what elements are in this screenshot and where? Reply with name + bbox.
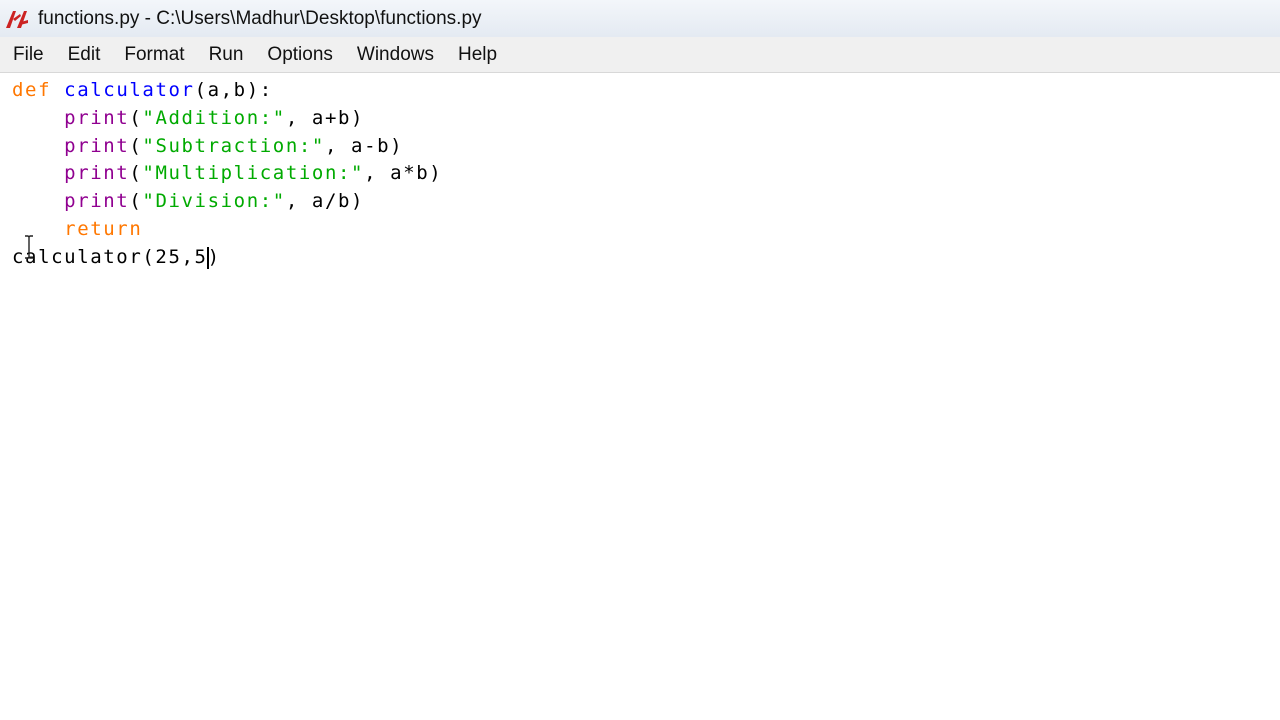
code-line-5: print("Division:", a/b) — [64, 190, 365, 212]
tk-feather-icon — [3, 7, 31, 31]
menu-help[interactable]: Help — [446, 37, 509, 72]
menu-edit[interactable]: Edit — [56, 37, 113, 72]
menu-run[interactable]: Run — [197, 37, 256, 72]
string-literal: "Multiplication:" — [142, 162, 365, 184]
code-line-2: print("Addition:", a+b) — [64, 107, 365, 129]
string-literal: "Subtraction:" — [142, 135, 325, 157]
builtin-print: print — [64, 190, 130, 212]
idle-editor-window: functions.py - C:\Users\Madhur\Desktop\f… — [0, 0, 1280, 720]
builtin-print: print — [64, 107, 130, 129]
menu-options[interactable]: Options — [255, 37, 344, 72]
menu-file[interactable]: File — [0, 37, 56, 72]
menu-bar: File Edit Format Run Options Windows Hel… — [0, 37, 1280, 73]
code-line-3: print("Subtraction:", a-b) — [64, 135, 404, 157]
string-literal: "Division:" — [142, 190, 286, 212]
string-literal: "Addition:" — [142, 107, 286, 129]
code-line-7: calculator(25,5) — [12, 246, 221, 269]
menu-windows[interactable]: Windows — [345, 37, 446, 72]
code-line-1: def calculator(a,b): — [12, 79, 273, 101]
window-title: functions.py - C:\Users\Madhur\Desktop\f… — [38, 7, 482, 29]
keyword-return: return — [64, 218, 143, 240]
code-editor[interactable]: def calculator(a,b): print("Addition:", … — [0, 73, 1280, 720]
ibeam-cursor-icon — [25, 235, 33, 259]
menu-format[interactable]: Format — [112, 37, 196, 72]
keyword-def: def — [12, 79, 52, 101]
function-name: calculator — [64, 79, 195, 101]
builtin-print: print — [64, 162, 130, 184]
title-bar[interactable]: functions.py - C:\Users\Madhur\Desktop\f… — [0, 0, 1280, 37]
builtin-print: print — [64, 135, 130, 157]
code-line-4: print("Multiplication:", a*b) — [64, 162, 443, 184]
